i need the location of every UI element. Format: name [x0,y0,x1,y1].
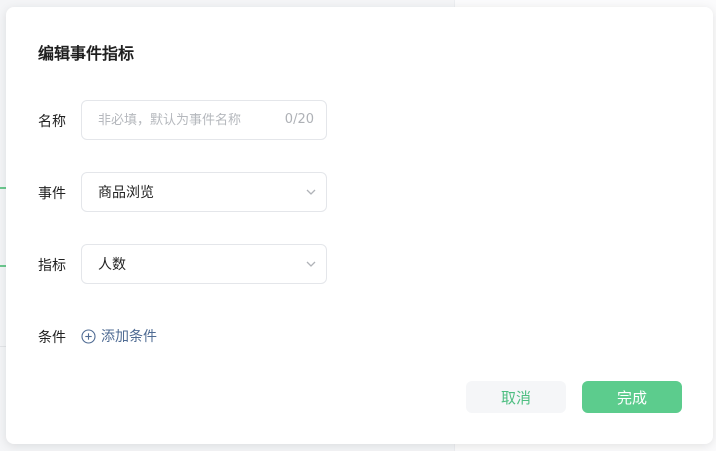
metric-label: 指标 [38,258,66,274]
name-char-counter: 0/20 [284,112,314,127]
edit-event-metric-dialog: 编辑事件指标 名称 0/20 事件 商品浏览 指标 人数 条件 添加条件 取消 … [6,7,713,444]
condition-label: 条件 [38,330,66,346]
event-label: 事件 [38,186,66,202]
dialog-title: 编辑事件指标 [38,44,135,63]
event-select-value: 商品浏览 [98,185,154,201]
metric-select[interactable]: 人数 [81,244,327,284]
metric-select-value: 人数 [98,257,126,273]
cancel-button[interactable]: 取消 [466,381,566,413]
plus-circle-icon [81,328,96,344]
chevron-down-icon [306,261,316,267]
name-field[interactable]: 0/20 [81,100,327,140]
event-select[interactable]: 商品浏览 [81,172,327,212]
name-label: 名称 [38,114,66,130]
confirm-button[interactable]: 完成 [582,381,682,413]
name-input[interactable] [82,112,272,128]
add-condition-label: 添加条件 [101,329,157,345]
add-condition-button[interactable]: 添加条件 [81,326,157,346]
chevron-down-icon [306,189,316,195]
